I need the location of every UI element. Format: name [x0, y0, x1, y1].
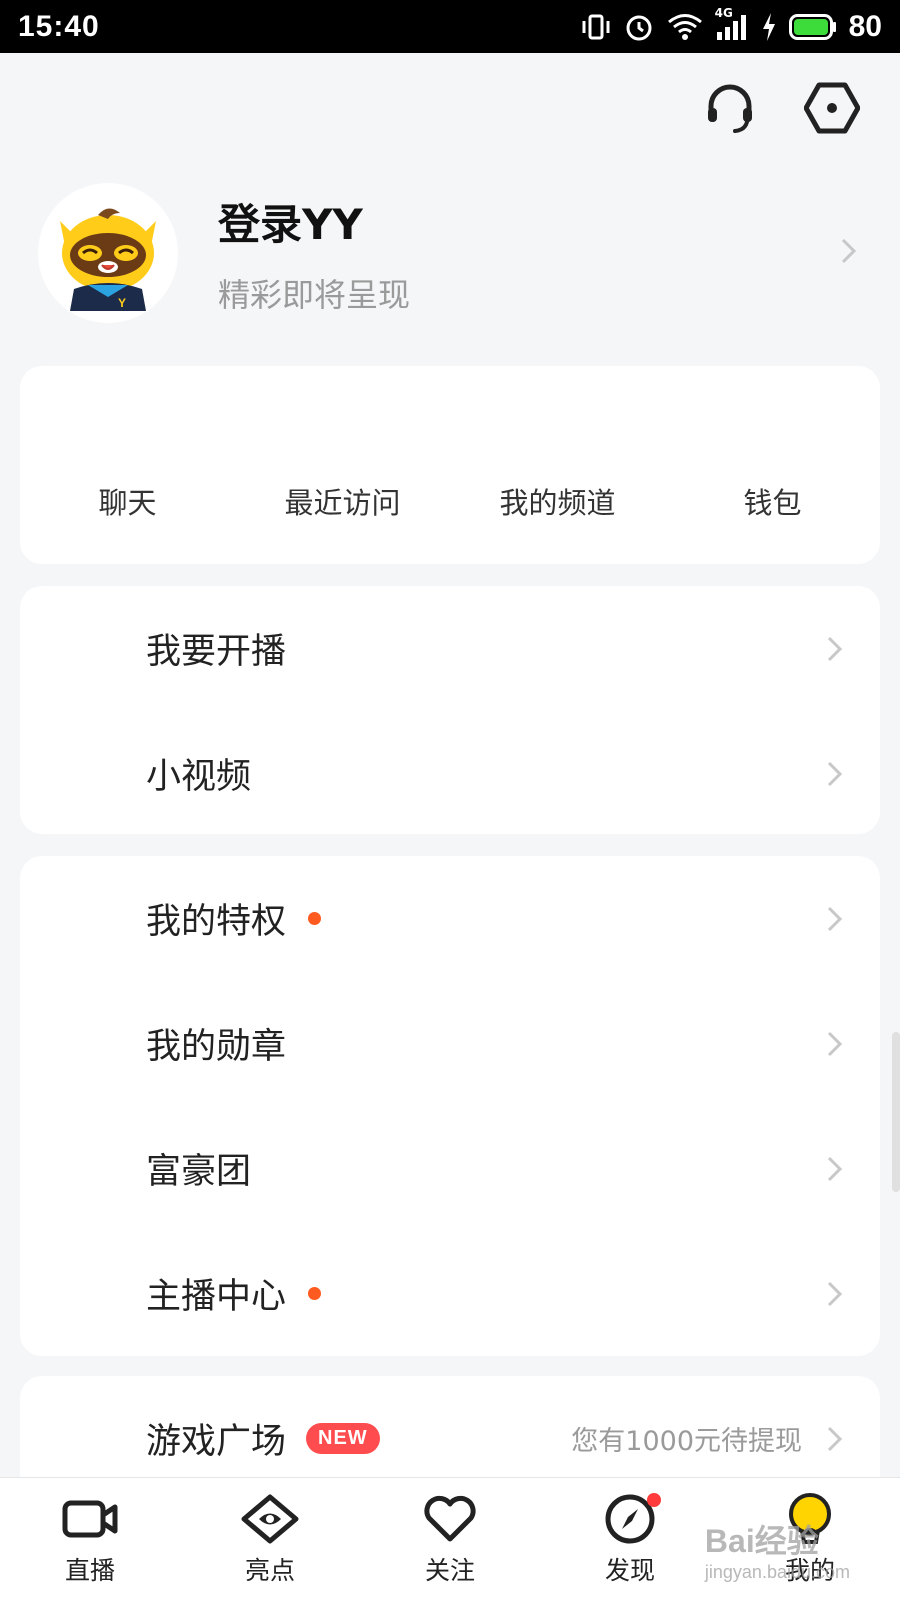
chevron-right-icon: [838, 236, 868, 270]
menu-label: 游戏广场: [146, 1422, 287, 1462]
menu-row-anchor-center[interactable]: 主播中心: [20, 1231, 880, 1356]
scrollbar[interactable]: [892, 1032, 900, 1192]
nav-label: 发现: [604, 1556, 655, 1585]
headset-icon[interactable]: [702, 80, 758, 136]
chevron-right-icon: [827, 1156, 843, 1181]
nav-tab-highlight[interactable]: 亮点: [195, 1491, 345, 1587]
chevron-right-icon: [827, 1031, 843, 1056]
chevron-right-icon: [827, 1281, 843, 1306]
eye-icon: [240, 1491, 300, 1547]
privileges-section-card: 我的特权 我的勋章 富豪团 主播中心: [20, 856, 880, 1356]
alarm-icon: [623, 11, 655, 43]
chevron-right-icon: [827, 906, 843, 931]
menu-label: 我要开播: [146, 632, 287, 672]
nav-tab-live[interactable]: 直播: [15, 1491, 165, 1587]
nav-tab-follow[interactable]: 关注: [375, 1491, 525, 1587]
menu-row-start-live[interactable]: 我要开播: [20, 586, 880, 711]
vibrate-icon: [581, 12, 611, 42]
nav-tab-mine[interactable]: 我的: [735, 1491, 885, 1587]
quick-actions-card: 聊天 最近访问 我的频道 钱包: [20, 366, 880, 564]
mine-icon: [780, 1491, 840, 1547]
chevron-right-icon: [827, 636, 843, 661]
quick-action-chat[interactable]: 聊天: [23, 480, 233, 522]
settings-hexagon-icon[interactable]: [804, 80, 860, 136]
chevron-right-icon: [827, 761, 843, 786]
new-badge: NEW: [306, 1423, 380, 1454]
avatar[interactable]: Y: [38, 183, 178, 323]
svg-text:Y: Y: [118, 296, 126, 310]
menu-label: 我的特权: [146, 902, 287, 942]
menu-row-my-privileges[interactable]: 我的特权: [20, 856, 880, 981]
raccoon-mascot-icon: Y: [60, 208, 156, 311]
status-icons: 4G 80: [581, 6, 882, 44]
notification-dot: [647, 1493, 661, 1507]
live-section-card: 我要开播 小视频: [20, 586, 880, 834]
nav-label: 关注: [424, 1556, 475, 1585]
header-actions: [702, 80, 860, 136]
heart-icon: [420, 1491, 480, 1547]
nav-label: 亮点: [244, 1556, 295, 1585]
menu-row-rich-club[interactable]: 富豪团: [20, 1106, 880, 1231]
battery-icon: [788, 13, 837, 40]
charging-icon: [761, 12, 777, 41]
menu-row-short-video[interactable]: 小视频: [20, 711, 880, 836]
notification-dot: [308, 1287, 322, 1300]
menu-label: 我的勋章: [146, 1027, 287, 1067]
login-title[interactable]: 登录YY: [218, 191, 838, 252]
wifi-icon: [667, 13, 703, 41]
withdraw-note: 您有1000元待提现: [571, 1426, 802, 1457]
bottom-nav: 直播 亮点 关注 发现 我的: [0, 1477, 900, 1600]
network-type: 4G: [714, 5, 733, 20]
nav-tab-discover[interactable]: 发现: [555, 1491, 705, 1587]
status-bar: 15:40 4G 80: [0, 0, 900, 53]
menu-label: 富豪团: [146, 1152, 252, 1192]
battery-level: 80: [848, 9, 882, 43]
nav-label: 直播: [64, 1556, 115, 1585]
camera-icon: [60, 1491, 120, 1547]
nav-label: 我的: [784, 1556, 835, 1585]
quick-action-wallet[interactable]: 钱包: [668, 480, 878, 522]
status-time: 15:40: [18, 9, 100, 43]
menu-label: 小视频: [146, 757, 252, 797]
menu-label: 主播中心: [146, 1277, 287, 1317]
notification-dot: [308, 912, 322, 925]
signal-icon: 4G: [715, 6, 749, 42]
menu-row-my-medals[interactable]: 我的勋章: [20, 981, 880, 1106]
quick-action-my-channel[interactable]: 我的频道: [453, 480, 663, 522]
login-subtitle: 精彩即将呈现: [218, 275, 411, 314]
quick-action-recent[interactable]: 最近访问: [238, 480, 448, 522]
profile-login-row[interactable]: Y 登录YY 精彩即将呈现: [38, 182, 868, 324]
chevron-right-icon: [827, 1426, 843, 1451]
